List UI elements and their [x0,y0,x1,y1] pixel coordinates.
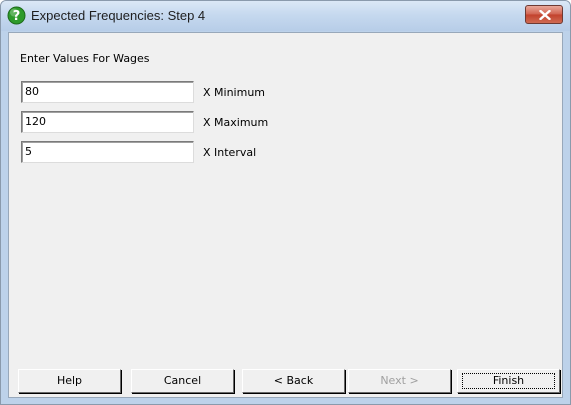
dialog-body: Enter Values For Wages 80 X Minimum 120 … [8,32,563,398]
x-maximum-input[interactable]: 120 [21,111,194,133]
cancel-button-label: Cancel [163,374,202,387]
next-button[interactable]: Next > [348,369,451,393]
back-button-label: < Back [273,374,314,387]
back-button[interactable]: < Back [242,369,345,393]
form-heading: Enter Values For Wages [20,52,150,65]
svg-text:?: ? [13,9,21,24]
help-question-icon: ? [7,6,26,25]
x-interval-label: X Interval [203,146,257,159]
next-button-label: Next > [380,374,419,387]
dialog-window: ? Expected Frequencies: Step 4 Enter Val… [0,0,571,405]
finish-button[interactable]: Finish [457,369,560,393]
title-bar[interactable]: ? Expected Frequencies: Step 4 [1,1,570,31]
x-minimum-input[interactable]: 80 [21,81,194,103]
help-button[interactable]: Help [18,369,121,393]
help-button-label: Help [56,374,83,387]
x-maximum-label: X Maximum [203,116,269,129]
cancel-button[interactable]: Cancel [131,369,234,393]
window-title: Expected Frequencies: Step 4 [31,8,206,23]
close-icon [539,10,551,20]
x-minimum-label: X Minimum [203,86,266,99]
finish-button-label: Finish [492,374,525,387]
x-interval-input[interactable]: 5 [21,141,194,163]
close-button[interactable] [525,5,563,24]
